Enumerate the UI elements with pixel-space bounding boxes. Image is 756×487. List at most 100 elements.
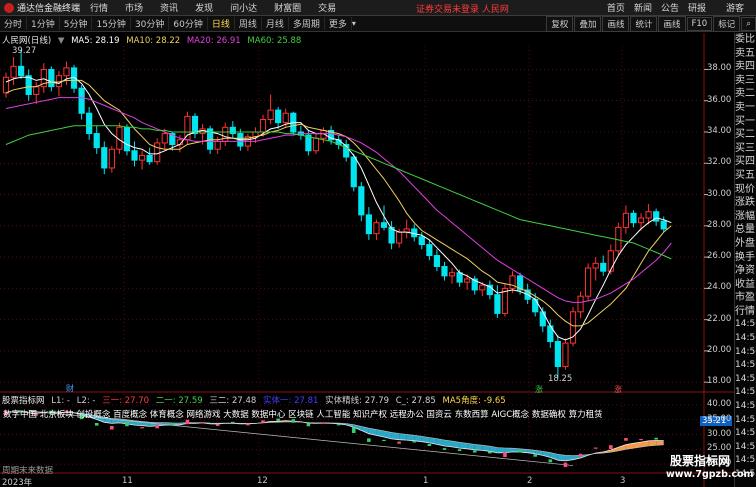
xaxis-month-12: 12 [257,476,268,486]
sub-candle [110,425,114,430]
candle-body [532,298,539,313]
xaxis-year: 2023年 [2,478,33,487]
side-panel-item: 14:51 [735,441,756,452]
main-y-tick: 32.00 [707,157,732,168]
sub-candle [548,459,553,463]
ind-san1: 三一: 27.70 [102,396,150,406]
ma10-line [5,79,672,327]
candle-body [222,126,229,142]
candle-body [108,148,115,169]
candle-body [464,278,471,283]
side-panel-item: 14:52 [735,455,756,466]
ma5-line [5,76,672,341]
ind-l2: L2: - [76,396,96,406]
candle-body [214,140,221,150]
side-panel-item: 14:50 [735,333,756,344]
candle-body [86,112,93,135]
candle-body [267,109,274,120]
candle-body [441,265,448,277]
side-panel-item: 买五 [735,169,755,181]
side-panel-item: 14:51 [735,373,756,384]
sub-candle [654,437,658,440]
sub-candle [351,427,356,434]
sub-candle [336,424,341,426]
candle-body [660,220,667,230]
main-y-tick: 38.00 [707,63,732,74]
side-panel-item: 涨跌 [735,197,755,209]
sub-candle [457,449,462,452]
sub-candle [170,422,175,426]
high-price-label: 39.27 [12,46,37,56]
side-panel-item: 14:51 [735,428,756,439]
ma60-label: MA60: 25.88 [247,36,302,46]
candle-body [358,186,365,216]
candle-body [48,68,55,88]
sub-candle [488,451,492,454]
up-marker-green[interactable]: 涨 [535,384,543,395]
up-marker-red[interactable]: 涨 [614,384,622,395]
sub-candle [125,421,129,427]
candle-body [93,133,100,149]
side-panel-item: 14:50 [735,360,756,371]
sub-candle [518,449,522,453]
side-panel-item: 卖四 [735,61,755,73]
side-panel-item: 市盈 [735,292,755,304]
sub-candle [231,421,235,424]
xaxis-month-11: 11 [122,476,133,486]
side-panel-item: 14:51 [735,401,756,412]
candle-body [607,250,614,272]
side-panel-item: 收益 [735,278,755,290]
quote-side-panel: 委比 卖五 卖四 卖三 卖二 卖一 买一 买二 买三 买四 买五 现价 涨跌 涨幅 总量 外盘 换手 净资 收益 市盈… [734,33,756,487]
sub-candle [578,453,583,457]
sub-candle [563,462,568,468]
side-panel-item: 卖五 [735,47,755,59]
sub-candle [261,420,265,423]
candle-body [161,133,168,144]
candle-body [123,126,131,152]
sub-candle [442,448,447,450]
sub-y-tick: 40.00 [707,398,732,409]
ind-san2: 三二: 27.48 [209,396,257,406]
candle-body [312,137,320,152]
candle-body [2,76,10,94]
candle-body [577,295,584,313]
side-panel-item: 卖二 [735,88,755,100]
candle-body [592,262,599,269]
candle-body [184,115,191,141]
main-y-tick: 24.00 [707,282,732,293]
sub-candle [533,454,537,457]
side-panel-item: 卖一 [735,101,755,113]
sub-candle [593,447,598,449]
candle-body [396,231,403,244]
sub-candle [412,441,417,443]
sub-candle [140,427,144,429]
candle-body [426,244,433,257]
side-panel-item: 买三 [735,142,755,154]
candle-body [448,272,456,277]
candle-body [373,222,380,235]
search-icon[interactable]: ⌕ [741,16,756,31]
sub-info-line: 股票指标网 L1: - L2: - 三一: 27.70 二一: 27.59 三二… [2,394,510,406]
side-panel-item: 外盘 [735,237,755,249]
sub-title: 股票指标网 [2,396,45,406]
candle-body [569,311,577,344]
side-panel-item: 委比 [735,34,755,45]
candle-body [10,65,17,78]
finance-marker[interactable]: 财 [66,383,74,394]
sub-candle [382,439,386,442]
chevron-icon[interactable]: ▼ [58,36,65,46]
candle-body [138,154,146,161]
main-y-tick: 18.00 [707,376,732,387]
ind-shiti-jingxian: 实体精线: 27.79 [325,396,390,406]
side-panel-item: 总量 [735,224,755,236]
candle-body [63,67,70,77]
sub-ribbon-segment [497,447,505,453]
sub-candle [503,452,507,457]
candle-body [494,294,501,314]
ind-l1: L1: - [51,396,70,406]
sub-y-tick: 35.00 [707,413,732,424]
side-panel-item: 行情 [735,305,755,317]
ind-ma5-angle: MA5角度: -9.65 [442,396,506,406]
sub-footer-text: 周期末来数据 [2,466,54,476]
ma20-label: MA20: 26.91 [186,36,241,46]
